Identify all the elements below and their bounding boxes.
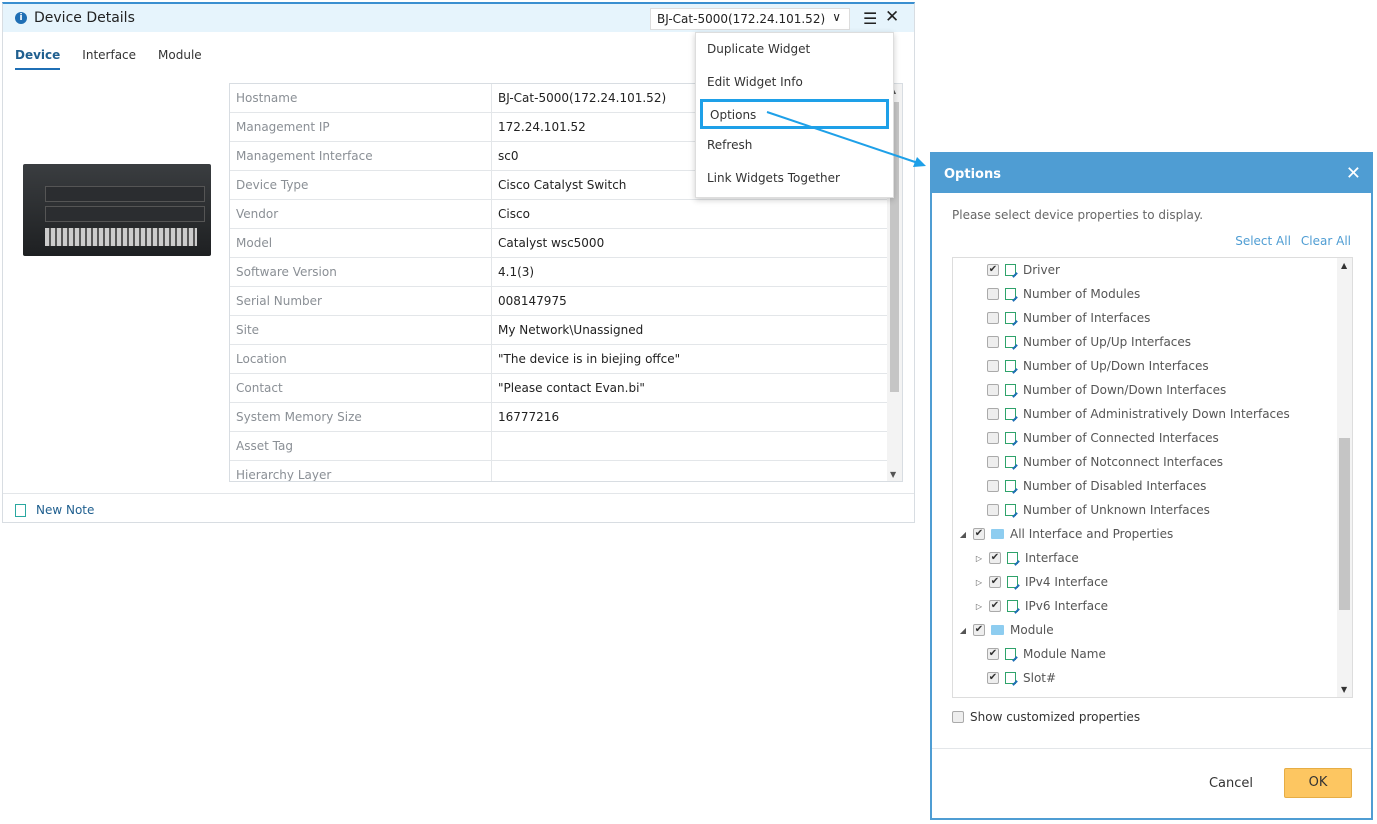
property-icon	[1005, 384, 1016, 396]
tree-item-label: Number of Disabled Interfaces	[1023, 479, 1207, 493]
tree-item[interactable]: Number of Administratively Down Interfac…	[953, 402, 1352, 426]
dialog-message: Please select device properties to displ…	[952, 208, 1204, 222]
property-icon	[1005, 336, 1016, 348]
clear-all-link[interactable]: Clear All	[1301, 234, 1351, 248]
checkbox[interactable]: ✔	[987, 672, 999, 684]
ok-button[interactable]: OK	[1284, 768, 1352, 798]
property-icon	[1005, 312, 1016, 324]
tree-item[interactable]: ✔ Driver	[953, 258, 1352, 282]
options-dialog: Options ✕ Please select device propertie…	[930, 152, 1373, 820]
show-customized-checkbox[interactable]: Show customized properties	[952, 710, 1140, 724]
checkbox[interactable]: ✔	[973, 624, 985, 636]
tree-item[interactable]: ◢ ✔ Module	[953, 618, 1352, 642]
tree-item-label: Driver	[1023, 263, 1060, 277]
show-customized-label: Show customized properties	[970, 710, 1141, 724]
tree-item[interactable]: Number of Modules	[953, 282, 1352, 306]
checkbox[interactable]	[987, 336, 999, 348]
property-icon	[1005, 432, 1016, 444]
checkbox[interactable]	[987, 312, 999, 324]
property-icon	[1005, 288, 1016, 300]
checkbox[interactable]	[987, 384, 999, 396]
property-icon	[1007, 600, 1018, 612]
property-icon	[1007, 552, 1018, 564]
checkbox[interactable]: ✔	[989, 552, 1001, 564]
collapse-icon[interactable]: ◢	[957, 530, 969, 539]
scrollbar[interactable]: ▲▼	[1337, 258, 1352, 697]
tree-item-label: Number of Connected Interfaces	[1023, 431, 1219, 445]
tree-item-label: Number of Interfaces	[1023, 311, 1151, 325]
property-icon	[1005, 360, 1016, 372]
tree-item-label: IPv6 Interface	[1025, 599, 1109, 613]
collapse-icon[interactable]: ◢	[957, 626, 969, 635]
tree-item[interactable]: Number of Interfaces	[953, 306, 1352, 330]
tree-item[interactable]: ▷ ✔ Interface	[953, 546, 1352, 570]
tree-item-label: Number of Administratively Down Interfac…	[1023, 407, 1290, 421]
property-icon	[1005, 672, 1016, 684]
property-icon	[1005, 408, 1016, 420]
tree-item-label: Interface	[1025, 551, 1079, 565]
property-icon	[1005, 480, 1016, 492]
checkbox[interactable]	[987, 360, 999, 372]
tree-item-label: All Interface and Properties	[1010, 527, 1174, 541]
select-all-link[interactable]: Select All	[1235, 234, 1291, 248]
tree-item[interactable]: Number of Notconnect Interfaces	[953, 450, 1352, 474]
tree-item[interactable]: Number of Down/Down Interfaces	[953, 378, 1352, 402]
tree-item-label: Number of Down/Down Interfaces	[1023, 383, 1227, 397]
tree-item-label: Number of Up/Down Interfaces	[1023, 359, 1209, 373]
property-icon	[1005, 504, 1016, 516]
tree-item[interactable]: ◢ ✔ All Interface and Properties	[953, 522, 1352, 546]
checkbox[interactable]	[952, 711, 964, 723]
checkbox[interactable]: ✔	[987, 648, 999, 660]
expand-icon[interactable]: ▷	[973, 554, 985, 563]
property-tree: ✔ Driver Number of Modules Number of Interf…	[952, 257, 1353, 698]
tree-item-label: Number of Unknown Interfaces	[1023, 503, 1210, 517]
folder-icon	[991, 529, 1004, 539]
property-icon	[1005, 648, 1016, 660]
expand-icon[interactable]: ▷	[973, 578, 985, 587]
checkbox[interactable]	[987, 456, 999, 468]
checkbox[interactable]: ✔	[989, 576, 1001, 588]
tree-item[interactable]: Number of Disabled Interfaces	[953, 474, 1352, 498]
property-icon	[1007, 576, 1018, 588]
property-icon	[1005, 456, 1016, 468]
tree-item-label: Number of Notconnect Interfaces	[1023, 455, 1224, 469]
checkbox[interactable]: ✔	[987, 264, 999, 276]
tree-item-label: Number of Modules	[1023, 287, 1141, 301]
tree-item[interactable]: Number of Up/Down Interfaces	[953, 354, 1352, 378]
tree-item[interactable]: Number of Unknown Interfaces	[953, 498, 1352, 522]
tree-item-label: IPv4 Interface	[1025, 575, 1109, 589]
checkbox[interactable]	[987, 480, 999, 492]
checkbox[interactable]	[987, 288, 999, 300]
folder-icon	[991, 625, 1004, 635]
property-icon	[1005, 264, 1016, 276]
expand-icon[interactable]: ▷	[973, 602, 985, 611]
tree-item[interactable]: Number of Up/Up Interfaces	[953, 330, 1352, 354]
tree-item-label: Module	[1010, 623, 1054, 637]
dialog-title: Options	[932, 154, 1371, 193]
tree-item[interactable]: Number of Connected Interfaces	[953, 426, 1352, 450]
checkbox[interactable]	[987, 432, 999, 444]
tree-item-label: Number of Up/Up Interfaces	[1023, 335, 1192, 349]
tree-item-label: Slot#	[1023, 671, 1057, 685]
close-icon[interactable]: ✕	[1346, 163, 1361, 184]
checkbox[interactable]: ✔	[989, 600, 1001, 612]
tree-item[interactable]: ▷ ✔ IPv6 Interface	[953, 594, 1352, 618]
tree-item[interactable]: ▷ ✔ IPv4 Interface	[953, 570, 1352, 594]
tree-item-label: Module Name	[1023, 647, 1106, 661]
checkbox[interactable]	[987, 408, 999, 420]
tree-item[interactable]: ✔ Module Name	[953, 642, 1352, 666]
cancel-button[interactable]: Cancel	[1209, 776, 1253, 791]
tree-item[interactable]: ✔ Slot#	[953, 666, 1352, 690]
checkbox[interactable]: ✔	[973, 528, 985, 540]
checkbox[interactable]	[987, 504, 999, 516]
